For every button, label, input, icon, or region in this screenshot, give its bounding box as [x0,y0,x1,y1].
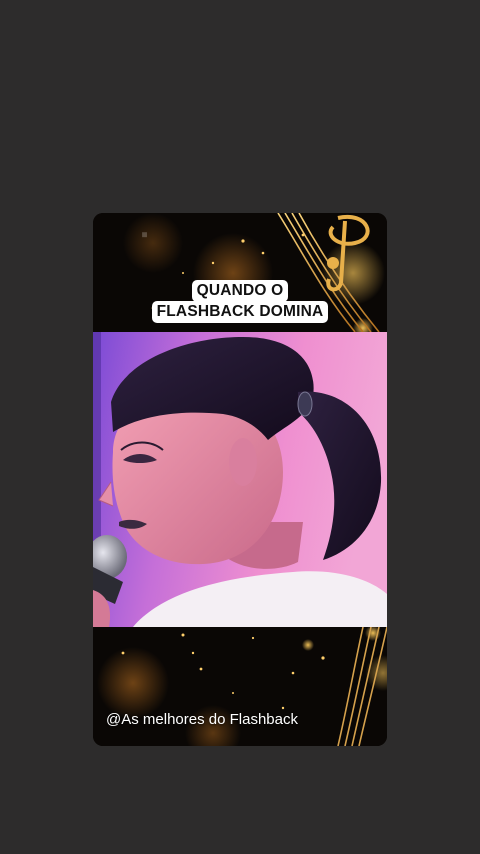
channel-watermark: @As melhores do Flashback [106,711,298,728]
story-card[interactable]: ◆ QUANDO O FLASHBACK DOMINA @As melhores… [93,213,387,746]
caption-line-2: FLASHBACK DOMINA [151,301,329,323]
video-frame[interactable] [93,332,387,627]
singer-with-microphone-image [93,332,387,627]
viewer-background: ◆ QUANDO O FLASHBACK DOMINA @As melhores… [0,0,480,854]
caption-line-1: QUANDO O [191,280,289,302]
caption-overlay: QUANDO O FLASHBACK DOMINA [93,280,387,323]
